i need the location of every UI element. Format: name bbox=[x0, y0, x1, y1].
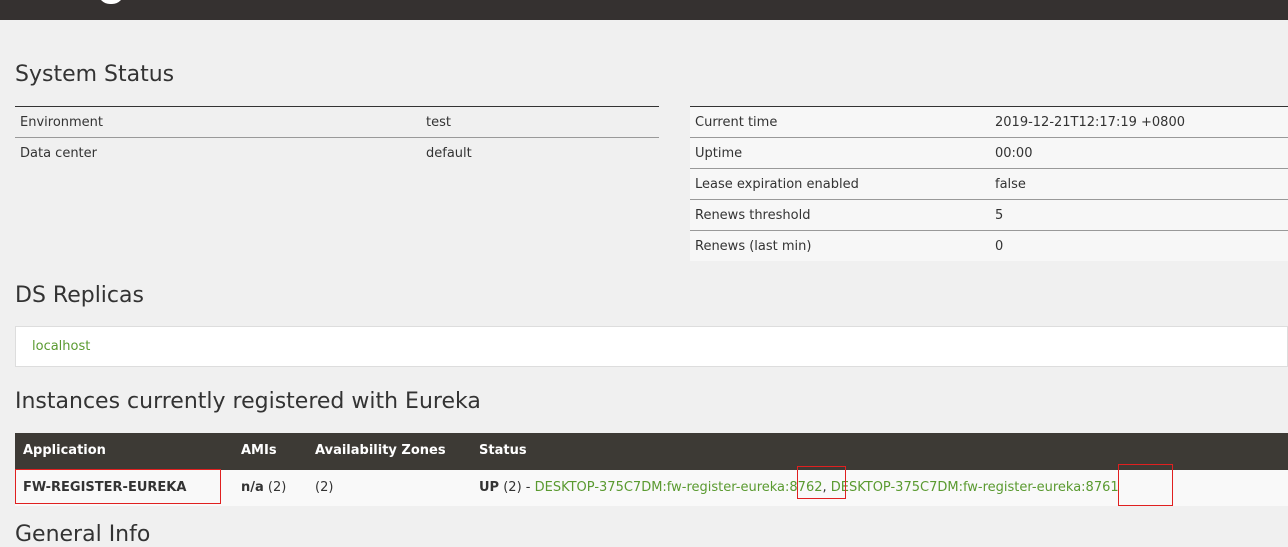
table-row: Uptime 00:00 bbox=[690, 137, 1288, 169]
amis-cell: n/a (2) bbox=[241, 480, 286, 495]
table-row: Renews threshold 5 bbox=[690, 199, 1288, 231]
label: Current time bbox=[690, 106, 990, 138]
header-amis: AMIs bbox=[241, 443, 277, 458]
value: 2019-12-21T12:17:19 +0800 bbox=[990, 106, 1288, 138]
instance-link[interactable]: DESKTOP-375C7DM:fw-register-eureka:8762 bbox=[535, 480, 823, 495]
general-info-heading: General Info bbox=[15, 522, 151, 547]
system-status-left-table: Environment test Data center default bbox=[15, 106, 659, 168]
status-count: (2) - bbox=[503, 480, 531, 495]
header-status: Status bbox=[479, 443, 527, 458]
value: 00:00 bbox=[990, 137, 1288, 169]
ds-replicas-heading: DS Replicas bbox=[15, 283, 144, 308]
value: default bbox=[421, 137, 659, 168]
table-row: Data center default bbox=[15, 137, 659, 168]
instances-heading: Instances currently registered with Eure… bbox=[15, 389, 481, 414]
table-row: Environment test bbox=[15, 106, 659, 138]
value: false bbox=[990, 168, 1288, 200]
label: Lease expiration enabled bbox=[690, 168, 990, 200]
label: Uptime bbox=[690, 137, 990, 169]
replica-link[interactable]: localhost bbox=[32, 339, 90, 354]
system-status-heading: System Status bbox=[15, 62, 175, 87]
header-application: Application bbox=[23, 443, 106, 458]
label: Data center bbox=[15, 137, 421, 168]
zones-cell: (2) bbox=[315, 480, 334, 495]
label: Renews threshold bbox=[690, 199, 990, 231]
table-header: Application AMIs Availability Zones Stat… bbox=[15, 433, 1288, 470]
instance-link[interactable]: DESKTOP-375C7DM:fw-register-eureka:8761 bbox=[831, 480, 1119, 495]
label: Renews (last min) bbox=[690, 230, 990, 261]
navbar bbox=[0, 0, 1288, 20]
header-zones: Availability Zones bbox=[315, 443, 446, 458]
logo-icon bbox=[98, 0, 124, 4]
status-value: UP bbox=[479, 480, 500, 495]
value: 5 bbox=[990, 199, 1288, 231]
highlight-box bbox=[1118, 464, 1173, 506]
label: Environment bbox=[15, 106, 421, 138]
table-row: Lease expiration enabled false bbox=[690, 168, 1288, 200]
table-row: Current time 2019-12-21T12:17:19 +0800 bbox=[690, 106, 1288, 138]
value: test bbox=[421, 106, 659, 138]
table-row: Renews (last min) 0 bbox=[690, 230, 1288, 261]
ds-replicas-list: localhost bbox=[15, 326, 1288, 367]
value: 0 bbox=[990, 230, 1288, 261]
amis-value: n/a bbox=[241, 480, 264, 495]
highlight-box bbox=[797, 466, 846, 499]
amis-count: (2) bbox=[267, 480, 287, 495]
highlight-box bbox=[15, 469, 221, 504]
system-status-right-table: Current time 2019-12-21T12:17:19 +0800 Up… bbox=[690, 106, 1288, 261]
